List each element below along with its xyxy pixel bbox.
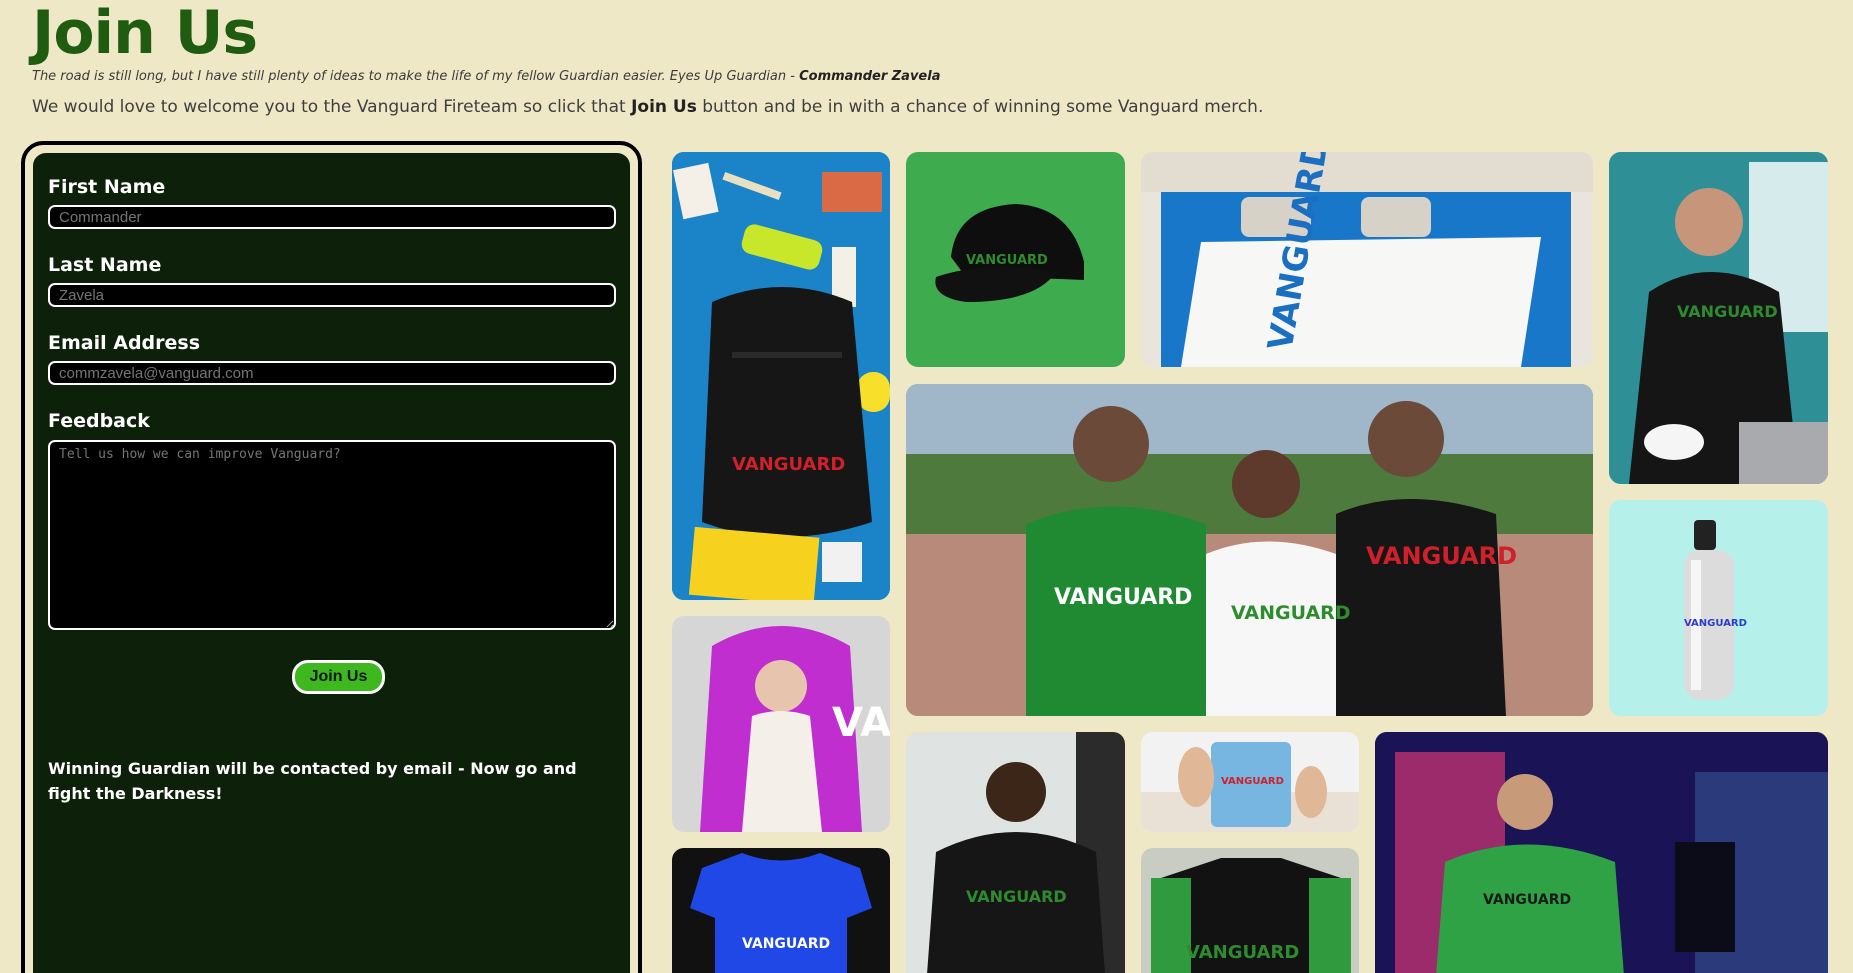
backpack-image: VANGUARD bbox=[672, 152, 890, 600]
intro-bold: Join Us bbox=[631, 97, 697, 117]
quote-text: The road is still long, but I have still… bbox=[32, 69, 800, 84]
email-input[interactable] bbox=[48, 361, 616, 385]
quote-author: Commander Zavela bbox=[799, 69, 941, 84]
sweatshirt-image: VANGUARD bbox=[906, 732, 1125, 973]
bottle-brand: VANGUARD bbox=[1684, 618, 1747, 629]
intro-text: We would love to welcome you to the Vang… bbox=[32, 97, 1263, 117]
blue-tshirt-brand: VANGUARD bbox=[742, 936, 830, 952]
backpack-illustration: VANGUARD bbox=[672, 152, 890, 600]
winner-note: Winning Guardian will be contacted by em… bbox=[48, 759, 577, 803]
family-white-brand: VANGUARD bbox=[1231, 602, 1351, 624]
mug-brand: VANGUARD bbox=[1221, 776, 1284, 787]
intro-before: We would love to welcome you to the Vang… bbox=[32, 97, 632, 117]
blanket-image: VANGUARD bbox=[1141, 152, 1593, 367]
feedback-textarea[interactable] bbox=[48, 440, 616, 630]
family-black-brand: VANGUARD bbox=[1366, 542, 1517, 570]
join-us-page: Join Us The road is still long, but I ha… bbox=[0, 0, 1853, 973]
jacket-brand: VANGUARD bbox=[1186, 942, 1299, 963]
family-green-brand: VANGUARD bbox=[1054, 585, 1192, 610]
quote: The road is still long, but I have still… bbox=[32, 69, 940, 84]
cap-brand: VANGUARD bbox=[966, 253, 1048, 268]
page-title: Join Us bbox=[32, 0, 258, 68]
family-tshirts-image: VANGUARD VANGUARD VANGUARD bbox=[906, 384, 1593, 716]
cap-image: VANGUARD bbox=[906, 152, 1125, 367]
sweatshirt-brand: VANGUARD bbox=[966, 887, 1067, 906]
join-us-button[interactable]: Join Us bbox=[292, 660, 385, 694]
backpack-brand: VANGUARD bbox=[732, 454, 845, 475]
first-name-label: First Name bbox=[48, 176, 166, 198]
gamer-brand: VANGUARD bbox=[1483, 892, 1571, 908]
last-name-label: Last Name bbox=[48, 254, 162, 276]
join-form-frame: First Name Last Name Email Address Feedb… bbox=[21, 141, 642, 973]
bottle-image: VANGUARD bbox=[1609, 500, 1828, 716]
join-form: First Name Last Name Email Address Feedb… bbox=[30, 150, 633, 973]
intro-after: button and be in with a chance of winnin… bbox=[696, 97, 1264, 117]
gamer-image: VANGUARD bbox=[1375, 732, 1828, 973]
blue-tshirt-image: VANGUARD bbox=[672, 848, 890, 973]
hoodie-brand: VANGUARD bbox=[1677, 302, 1778, 321]
feedback-label: Feedback bbox=[48, 410, 150, 432]
first-name-input[interactable] bbox=[48, 205, 616, 229]
mug-image: VANGUARD bbox=[1141, 732, 1359, 832]
last-name-input[interactable] bbox=[48, 283, 616, 307]
hooded-blanket-image: VA bbox=[672, 616, 890, 832]
hooded-brand: VA bbox=[832, 700, 890, 746]
hoodie-image: VANGUARD bbox=[1609, 152, 1828, 484]
jacket-image: VANGUARD bbox=[1141, 848, 1359, 973]
email-label: Email Address bbox=[48, 332, 201, 354]
